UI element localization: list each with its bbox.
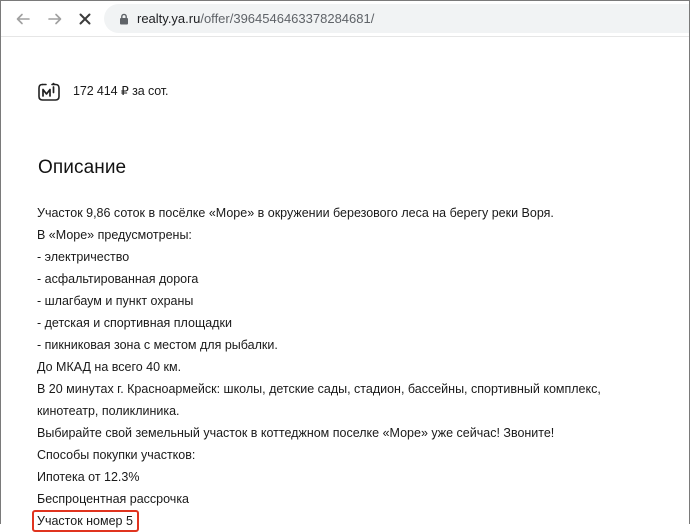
forward-button[interactable] (43, 7, 67, 31)
description-line: Беспроцентная рассрочка (37, 492, 190, 506)
description-heading: Описание (38, 157, 127, 178)
price-row: 172 414 ₽ за сот. (37, 78, 169, 102)
description-line: - детская и спортивная площадки (37, 316, 232, 330)
address-bar[interactable]: realty.ya.ru/offer/3964546463378284681/ (104, 4, 689, 33)
url-path: /offer/3964546463378284681/ (200, 11, 375, 26)
arrow-right-icon (48, 13, 62, 25)
description-line: Выбирайте свой земельный участок в котте… (37, 426, 555, 440)
description-line: В 20 минутах г. Красноармейск: школы, де… (37, 382, 601, 396)
description-line: Участок 9,86 соток в посёлке «Море» в ок… (37, 206, 554, 220)
metro-icon (38, 82, 60, 101)
back-button[interactable] (11, 7, 35, 31)
stop-loading-button[interactable] (73, 7, 97, 31)
url-domain: realty.ya.ru (137, 11, 201, 26)
url-text[interactable]: realty.ya.ru/offer/3964546463378284681/ (137, 11, 374, 26)
description-line: - шлагбаум и пункт охраны (37, 294, 194, 308)
close-icon (79, 13, 91, 25)
description-line: До МКАД на всего 40 км. (37, 360, 182, 374)
description-line: кинотеатр, поликлиника. (37, 404, 180, 418)
browser-toolbar: realty.ya.ru/offer/3964546463378284681/ (1, 1, 689, 37)
description-line: Способы покупки участков: (37, 448, 196, 462)
description-line: В «Море» предусмотрены: (37, 228, 192, 242)
highlighted-line-row: Участок номер 5 (32, 510, 687, 532)
arrow-left-icon (16, 13, 30, 25)
description-body: Участок 9,86 соток в посёлке «Море» в ок… (32, 202, 687, 532)
lock-icon[interactable] (117, 12, 131, 26)
highlighted-plot-number: Участок номер 5 (32, 510, 139, 532)
description-line: - электричество (37, 250, 130, 264)
description-line: Ипотека от 12.3% (37, 470, 140, 484)
description-line: - асфальтированная дорога (37, 272, 199, 286)
description-line: - пикниковая зона с местом для рыбалки. (37, 338, 278, 352)
price-per-sotka: 172 414 ₽ за сот. (73, 83, 169, 98)
